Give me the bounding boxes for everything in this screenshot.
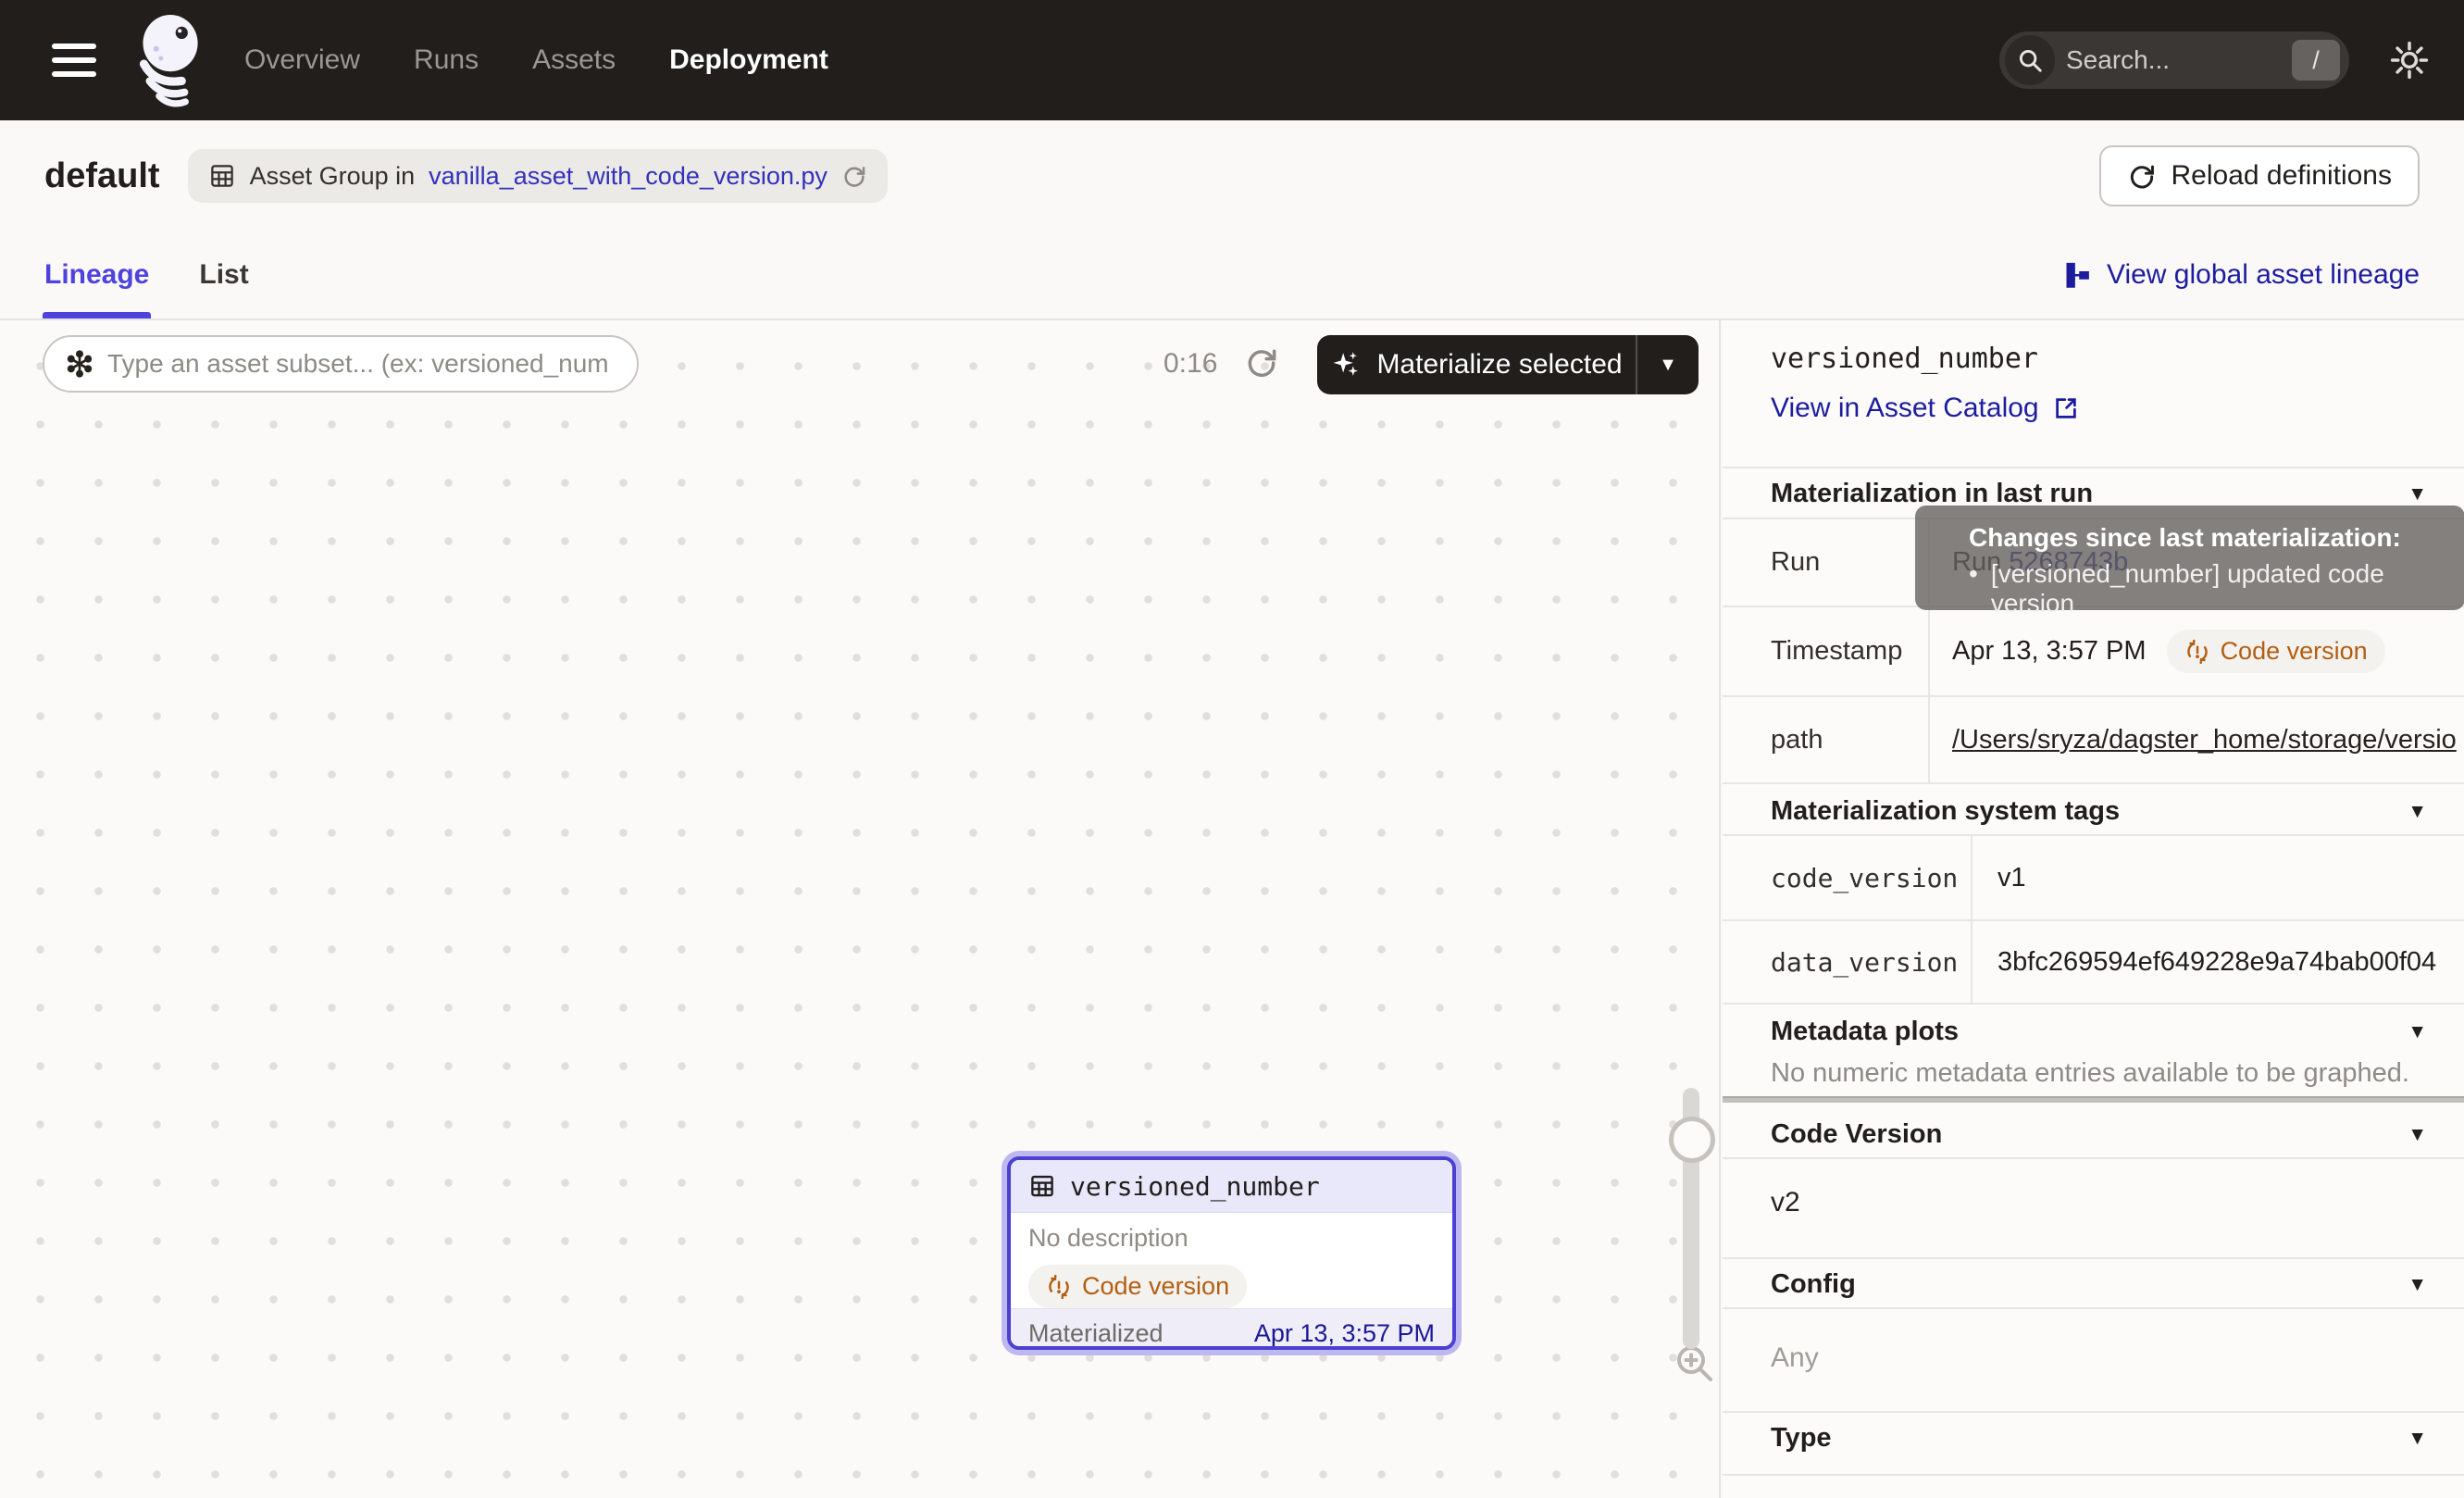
dagster-logo-icon[interactable] (130, 13, 207, 107)
panel-section-divider (1723, 1096, 2464, 1103)
zoom-slider-handle[interactable] (1669, 1117, 1715, 1163)
chevron-down-icon: ▼ (2408, 1021, 2427, 1043)
data-version-tag-value: 3bfc269594ef649228e9a74bab00f04 (1997, 947, 2436, 978)
code-version-value: v2 (1771, 1187, 1800, 1218)
lineage-canvas[interactable]: 0:16 Materialize selected ▼ (0, 320, 1721, 1498)
tab-list[interactable]: List (199, 231, 248, 318)
code-version-changed-badge[interactable]: Code version (1028, 1265, 1247, 1308)
nav-item-deployment[interactable]: Deployment (669, 44, 828, 76)
view-global-lineage-label: View global asset lineage (2107, 259, 2420, 291)
changes-since-materialization-tooltip: Changes since last materialization: • [v… (1915, 506, 2464, 610)
metadata-plots-empty-message: No numeric metadata entries available to… (1771, 1058, 2409, 1089)
section-header-label: Materialization system tags (1771, 796, 2120, 827)
panel-asset-name: versioned_number (1771, 343, 2038, 375)
materialized-timestamp[interactable]: Apr 13, 3:57 PM (1254, 1319, 1435, 1348)
data-version-tag-label: data_version (1723, 921, 1971, 1003)
chevron-down-icon: ▼ (2408, 801, 2427, 823)
asset-node-status-bar: Materialized Apr 13, 3:57 PM (1011, 1308, 1452, 1350)
path-row-label: path (1723, 697, 1928, 782)
view-in-asset-catalog-link[interactable]: View in Asset Catalog (1771, 393, 2080, 424)
primary-nav: Overview Runs Assets Deployment (244, 44, 828, 76)
asset-node-description: No description (1028, 1224, 1435, 1253)
asset-detail-panel: versioned_number View in Asset Catalog M… (1723, 320, 2464, 1498)
asset-subset-input[interactable] (107, 349, 624, 379)
settings-gear-icon[interactable] (2390, 41, 2429, 80)
section-config[interactable]: Config ▼ (1723, 1259, 2464, 1310)
code-version-tag-row: code_version v1 (1723, 834, 2464, 919)
timestamp-code-version-badge[interactable]: Code version (2167, 630, 2385, 673)
nav-item-runs[interactable]: Runs (414, 44, 479, 76)
asset-group-breadcrumb[interactable]: Asset Group in vanilla_asset_with_code_v… (188, 149, 888, 203)
view-tabs: Lineage List View global asset lineage (0, 231, 2464, 320)
lineage-graph-icon (2064, 261, 2092, 289)
tab-lineage[interactable]: Lineage (44, 231, 149, 318)
asset-group-file-link[interactable]: vanilla_asset_with_code_version.py (429, 162, 828, 191)
search-input[interactable] (2055, 45, 2292, 75)
section-header-label: Metadata plots (1771, 1017, 1959, 1047)
bullet: • (1969, 559, 1978, 618)
view-in-asset-catalog-label: View in Asset Catalog (1771, 393, 2039, 424)
asset-group-label: Asset Group in (250, 162, 416, 191)
asset-group-grid-icon (208, 162, 236, 190)
page-title: default (44, 156, 160, 196)
materialize-selected-split-button: Materialize selected ▼ (1317, 335, 1699, 394)
run-row-label: Run (1723, 519, 1928, 605)
asset-subset-filter[interactable] (43, 335, 639, 393)
view-global-lineage-link[interactable]: View global asset lineage (2064, 231, 2420, 318)
section-code-version[interactable]: Code Version ▼ (1723, 1109, 2464, 1160)
top-navbar: Overview Runs Assets Deployment / (0, 0, 2464, 120)
timestamp-value: Apr 13, 3:57 PM (1952, 636, 2147, 667)
asset-group-refresh-icon[interactable] (841, 163, 867, 189)
section-header-label: Code Version (1771, 1119, 1942, 1150)
chevron-down-icon: ▼ (2408, 1274, 2427, 1296)
data-version-tag-row: data_version 3bfc269594ef649228e9a74bab0… (1723, 919, 2464, 1005)
page-header: default Asset Group in vanilla_asset_wit… (0, 120, 2464, 231)
app-screen: Overview Runs Assets Deployment / (0, 0, 2464, 1498)
path-row: path /Users/sryza/dagster_home/storage/v… (1723, 695, 2464, 784)
section-metadata-plots[interactable]: Metadata plots ▼ (1723, 1006, 2464, 1057)
section-type[interactable]: Type ▼ (1723, 1413, 2464, 1464)
tooltip-item: • [versioned_number] updated code versio… (1969, 559, 2464, 618)
section-header-label: Config (1771, 1269, 1856, 1300)
global-search[interactable]: / (1999, 31, 2349, 89)
config-value: Any (1771, 1342, 1819, 1374)
code-version-badge-label: Code version (1082, 1272, 1229, 1301)
nav-item-overview[interactable]: Overview (244, 44, 360, 76)
section-header-label: Type (1771, 1423, 1832, 1454)
chevron-down-icon: ▼ (2408, 483, 2427, 506)
external-link-icon (2052, 394, 2080, 422)
nav-item-assets[interactable]: Assets (532, 44, 616, 76)
tooltip-title: Changes since last materialization: (1969, 523, 2464, 553)
table-icon (1028, 1172, 1056, 1200)
path-link[interactable]: /Users/sryza/dagster_home/storage/versio (1952, 725, 2457, 755)
menu-icon[interactable] (52, 44, 96, 77)
asset-node-title: versioned_number (1070, 1171, 1320, 1202)
code-version-tag-value: v1 (1997, 863, 2026, 893)
reload-definitions-label: Reload definitions (2172, 160, 2393, 192)
materialize-selected-button[interactable]: Materialize selected (1317, 335, 1636, 394)
search-icon (2005, 35, 2055, 85)
materialized-status-label: Materialized (1028, 1319, 1164, 1348)
timestamp-row: Timestamp Apr 13, 3:57 PM Code version (1723, 605, 2464, 695)
refresh-timer: 0:16 (1164, 348, 1217, 380)
asset-node-header[interactable]: versioned_number (1011, 1160, 1452, 1213)
code-version-tag-label: code_version (1723, 836, 1971, 919)
sparkle-icon (1330, 349, 1362, 381)
materialize-selected-label: Materialize selected (1376, 349, 1622, 381)
materialize-options-caret[interactable]: ▼ (1637, 335, 1699, 394)
asset-graph-icon (65, 349, 94, 379)
chevron-down-icon: ▼ (2408, 1428, 2427, 1450)
section-materialization-system-tags[interactable]: Materialization system tags ▼ (1723, 786, 2464, 837)
badge-label: Code version (2221, 637, 2368, 666)
timestamp-row-label: Timestamp (1723, 607, 1928, 695)
search-shortcut-key: / (2292, 40, 2340, 81)
reload-definitions-button[interactable]: Reload definitions (2099, 145, 2420, 206)
refresh-icon[interactable] (1244, 344, 1279, 380)
chevron-down-icon: ▼ (2408, 1124, 2427, 1146)
asset-node-versioned-number[interactable]: versioned_number No description Code ver… (1002, 1151, 1462, 1355)
